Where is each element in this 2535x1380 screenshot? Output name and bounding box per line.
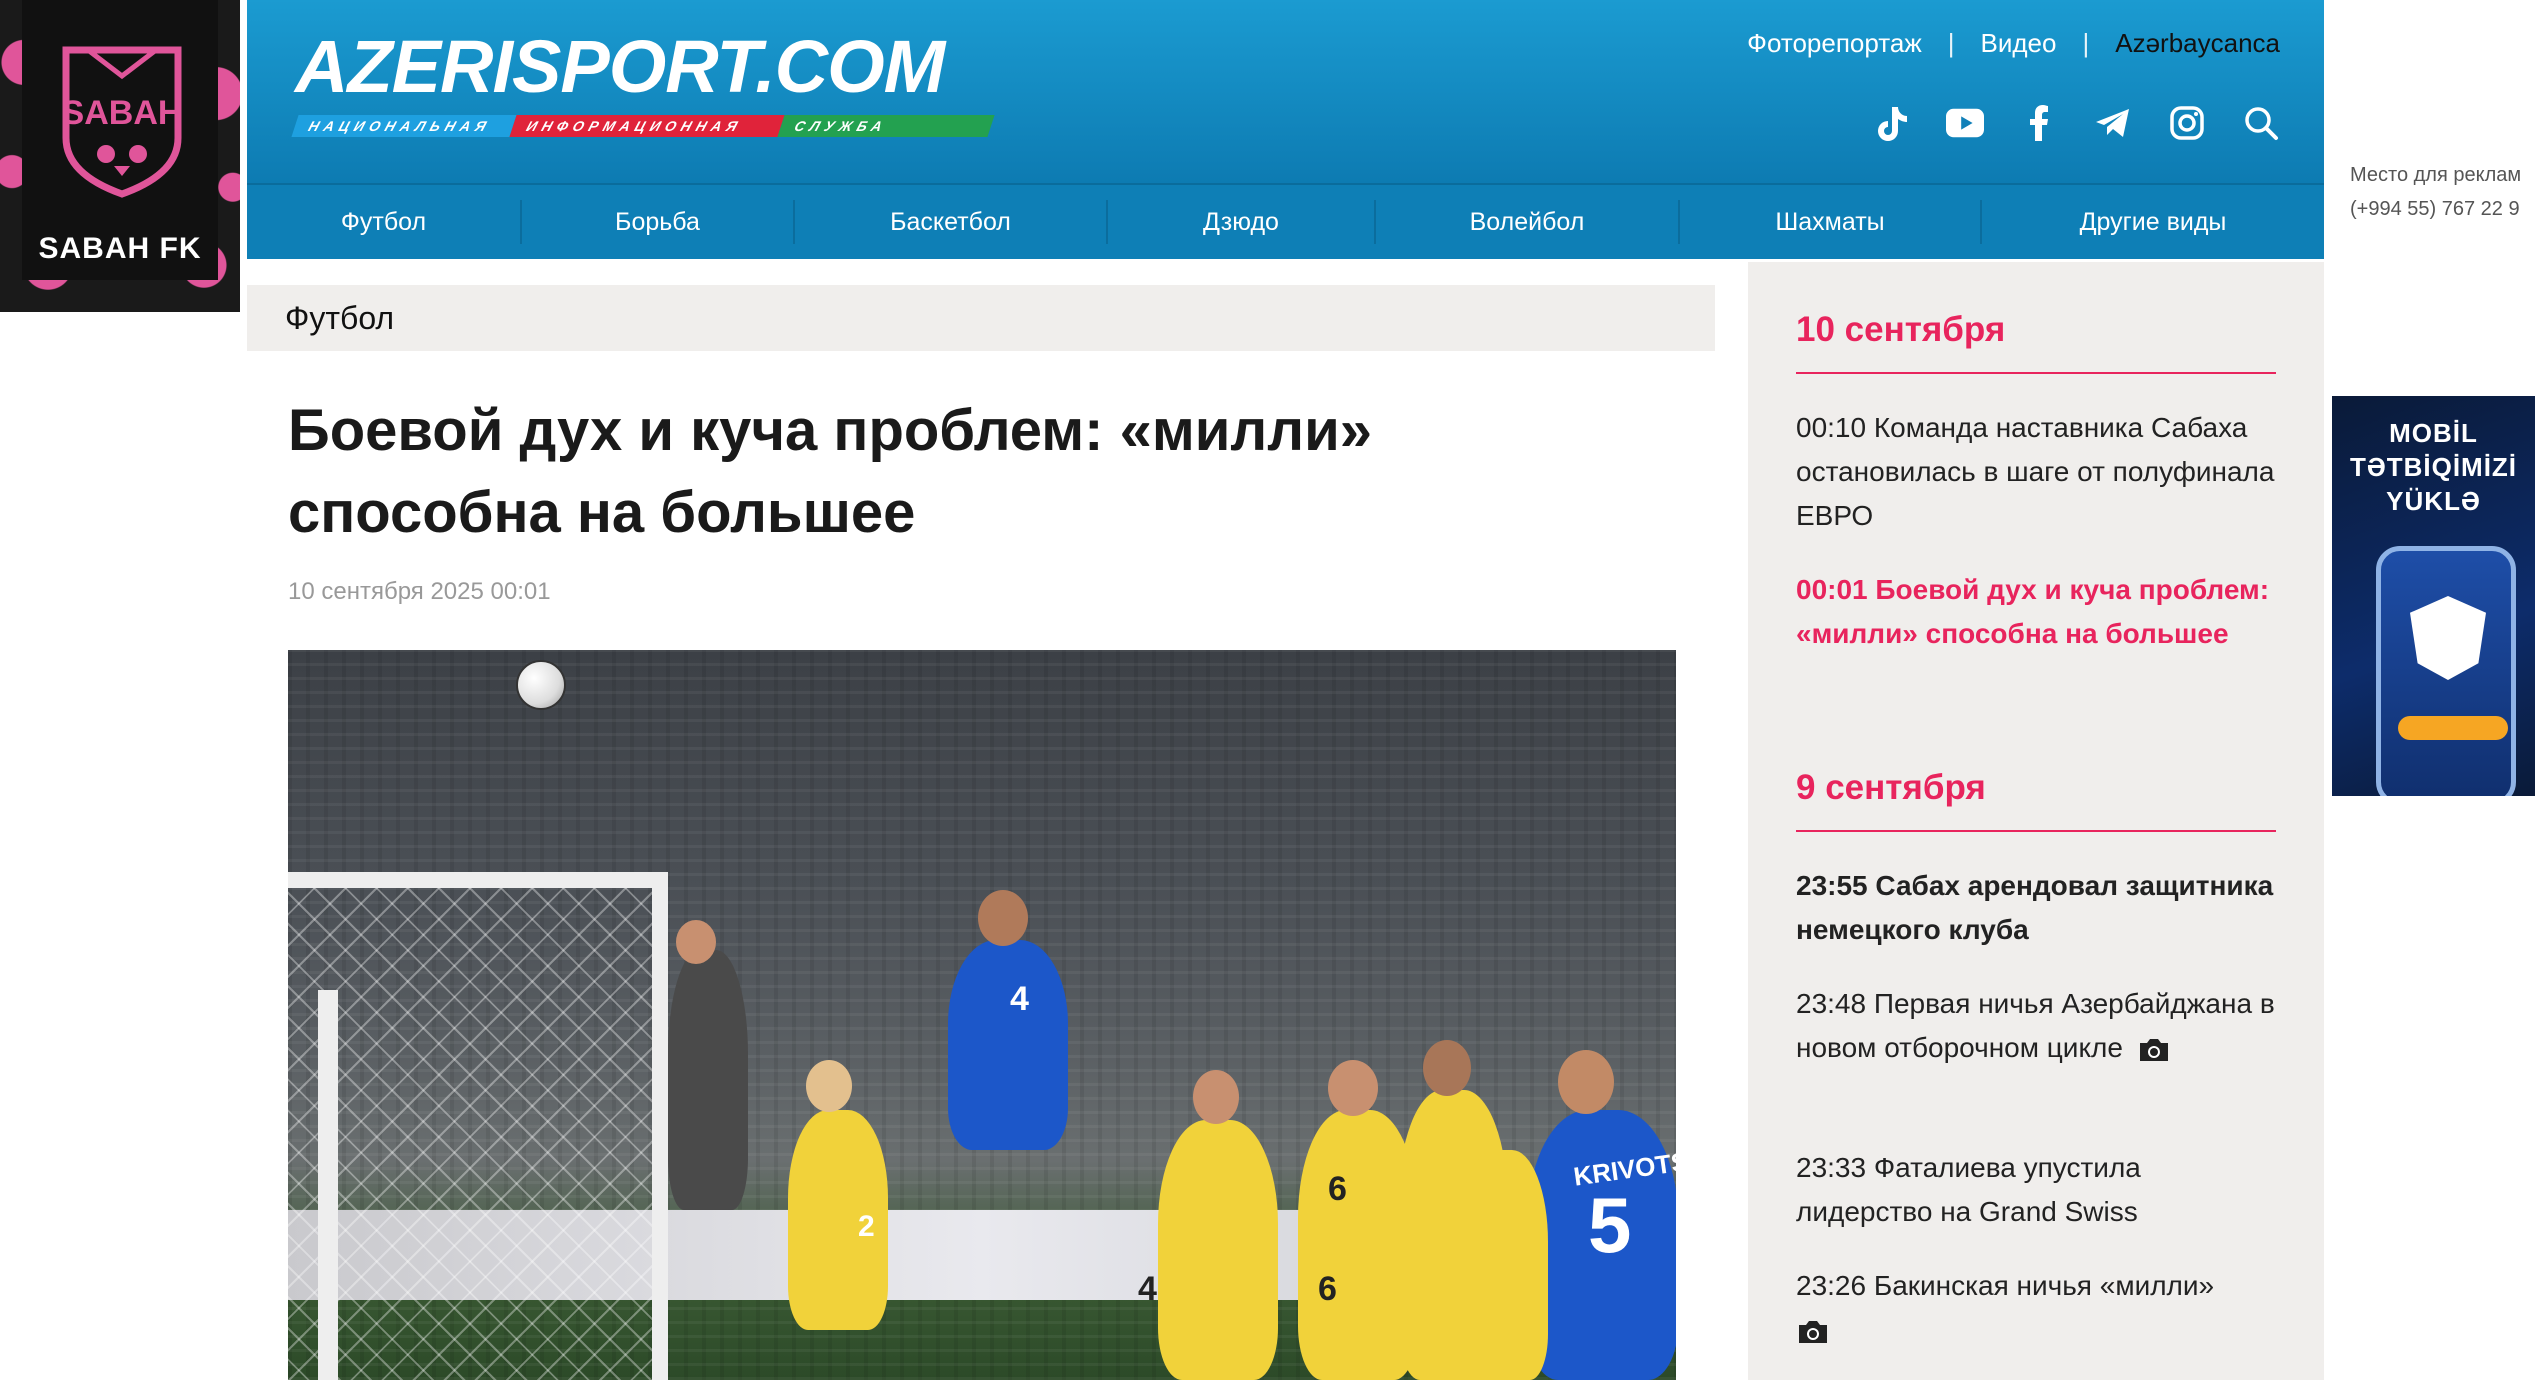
- site-header: AZERISPORT.COM НАЦИОНАЛЬНАЯ ИНФОРМАЦИОНН…: [247, 0, 2324, 259]
- ukraine-player-figure: [1458, 1150, 1548, 1380]
- goal-net: [288, 872, 668, 1380]
- day-divider: [1796, 830, 2276, 832]
- news-item[interactable]: 23:26 Бакинская ничья «милли»: [1796, 1264, 2276, 1352]
- search-icon[interactable]: [2242, 104, 2280, 142]
- svg-text:SABAH: SABAH: [62, 94, 183, 132]
- ad-phone-number: (+994 55) 767 22 9: [2350, 198, 2520, 220]
- news-item[interactable]: 23:55 Сабах арендовал защитника немецког…: [1796, 864, 2276, 952]
- news-item-text: 23:26 Бакинская ничья «милли»: [1796, 1270, 2215, 1301]
- logo-tagline: НАЦИОНАЛЬНАЯ ИНФОРМАЦИОННАЯ СЛУЖБА: [291, 115, 995, 137]
- article-title: Боевой дух и куча проблем: «милли» спосо…: [288, 398, 1373, 545]
- nav-item-judo[interactable]: Дзюдо: [1108, 200, 1376, 244]
- sabah-shield-icon: SABAH: [62, 46, 183, 198]
- tiktok-icon[interactable]: [1872, 104, 1910, 142]
- player-head: [1193, 1070, 1239, 1124]
- article-main-photo[interactable]: 4 KRIVOTSYUK 5 2 6 6 4: [288, 650, 1676, 1380]
- social-icons: [1872, 104, 2280, 142]
- article-date: 10 сентября 2025 00:01: [288, 578, 551, 605]
- site-logo[interactable]: AZERISPORT.COM: [295, 22, 945, 112]
- app-ad-line-1: MOBİL: [2389, 418, 2478, 448]
- jersey-number: 6: [1318, 1270, 1337, 1308]
- facebook-icon[interactable]: [2020, 104, 2058, 142]
- link-separator: |: [2082, 28, 2090, 58]
- page: SABAH SABAH FK AZERISPORT.COM НАЦИОНАЛЬН…: [0, 0, 2535, 1380]
- app-ad-text: MOBİL TƏTBİQİMİZİ YÜKLƏ: [2332, 416, 2535, 518]
- news-item[interactable]: 00:10 Команда наставника Сабаха останови…: [1796, 406, 2276, 538]
- language-azerbaijani-link[interactable]: Azərbaycanca: [2115, 28, 2280, 59]
- camera-icon: [2139, 1038, 2168, 1061]
- nav-item-volleyball[interactable]: Волейбол: [1376, 200, 1680, 244]
- ad-placeholder-text: Место для реклам (+994 55) 767 22 9: [2350, 158, 2521, 226]
- app-ad-line-3: YÜKLƏ: [2386, 486, 2481, 516]
- day-heading: 9 сентября: [1796, 768, 1986, 807]
- jersey-number: 4: [1010, 980, 1029, 1018]
- app-ad-button-graphic: [2398, 716, 2508, 740]
- news-item-text: 23:48 Первая ничья Азербайджана в новом …: [1796, 988, 2275, 1063]
- day-heading: 10 сентября: [1796, 310, 2006, 349]
- tagline-part-2: ИНФОРМАЦИОННАЯ: [509, 115, 785, 137]
- top-links: Фоторепортаж | Видео | Azərbaycanca: [1747, 28, 2280, 59]
- news-item-active[interactable]: 00:01 Боевой дух и куча проблем: «милли»…: [1796, 568, 2276, 656]
- nav-item-other-sports[interactable]: Другие виды: [1982, 200, 2324, 244]
- football-ball: [516, 660, 566, 710]
- ukraine-player-figure: [1158, 1120, 1278, 1380]
- camera-icon: [1799, 1320, 1827, 1343]
- player-head: [978, 890, 1028, 946]
- sabah-fk-ad-banner[interactable]: SABAH SABAH FK: [0, 0, 240, 312]
- goal-post: [318, 990, 338, 1380]
- goalkeeper-figure: [668, 950, 748, 1210]
- jersey-number: 6: [1328, 1170, 1347, 1208]
- logo-text: AZERISPORT.COM: [295, 25, 945, 108]
- player-head: [1558, 1050, 1614, 1114]
- news-item[interactable]: 23:33 Фаталиева упустила лидерство на Gr…: [1796, 1146, 2276, 1234]
- mobile-app-ad-banner[interactable]: MOBİL TƏTBİQİMİZİ YÜKLƏ: [2332, 396, 2535, 796]
- player-head: [1328, 1060, 1378, 1116]
- instagram-icon[interactable]: [2168, 104, 2206, 142]
- player-head: [806, 1060, 852, 1112]
- ad-club-name: SABAH FK: [38, 232, 202, 265]
- nav-item-wrestling[interactable]: Борьба: [522, 200, 795, 244]
- breadcrumb[interactable]: Футбол: [247, 285, 1715, 351]
- nav-item-chess[interactable]: Шахматы: [1680, 200, 1982, 244]
- link-separator: |: [1947, 28, 1955, 58]
- youtube-icon[interactable]: [1946, 104, 1984, 142]
- nav-item-football[interactable]: Футбол: [247, 200, 522, 244]
- main-nav: Футбол Борьба Баскетбол Дзюдо Волейбол Ш…: [247, 183, 2324, 259]
- tagline-part-1: НАЦИОНАЛЬНАЯ: [291, 115, 517, 137]
- photo-report-link[interactable]: Фоторепортаж: [1747, 28, 1922, 59]
- news-feed-sidebar: 10 сентября 00:10 Команда наставника Саб…: [1748, 262, 2324, 1380]
- jersey-number: 2: [858, 1210, 875, 1243]
- telegram-icon[interactable]: [2094, 104, 2132, 142]
- player-head: [676, 920, 716, 964]
- jersey-number: 4: [1138, 1270, 1157, 1308]
- player-head: [1423, 1040, 1471, 1096]
- news-item[interactable]: 23:48 Первая ничья Азербайджана в новом …: [1796, 982, 2276, 1070]
- azerbaijan-player-figure: [948, 940, 1068, 1150]
- tagline-part-3: СЛУЖБА: [777, 115, 995, 137]
- app-ad-line-2: TƏTBİQİMİZİ: [2349, 452, 2518, 482]
- day-divider: [1796, 372, 2276, 374]
- video-link[interactable]: Видео: [1981, 28, 2057, 59]
- nav-item-basketball[interactable]: Баскетбол: [795, 200, 1108, 244]
- ad-placeholder-line-1: Место для реклам: [2350, 164, 2522, 186]
- jersey-number: 5: [1588, 1181, 1632, 1269]
